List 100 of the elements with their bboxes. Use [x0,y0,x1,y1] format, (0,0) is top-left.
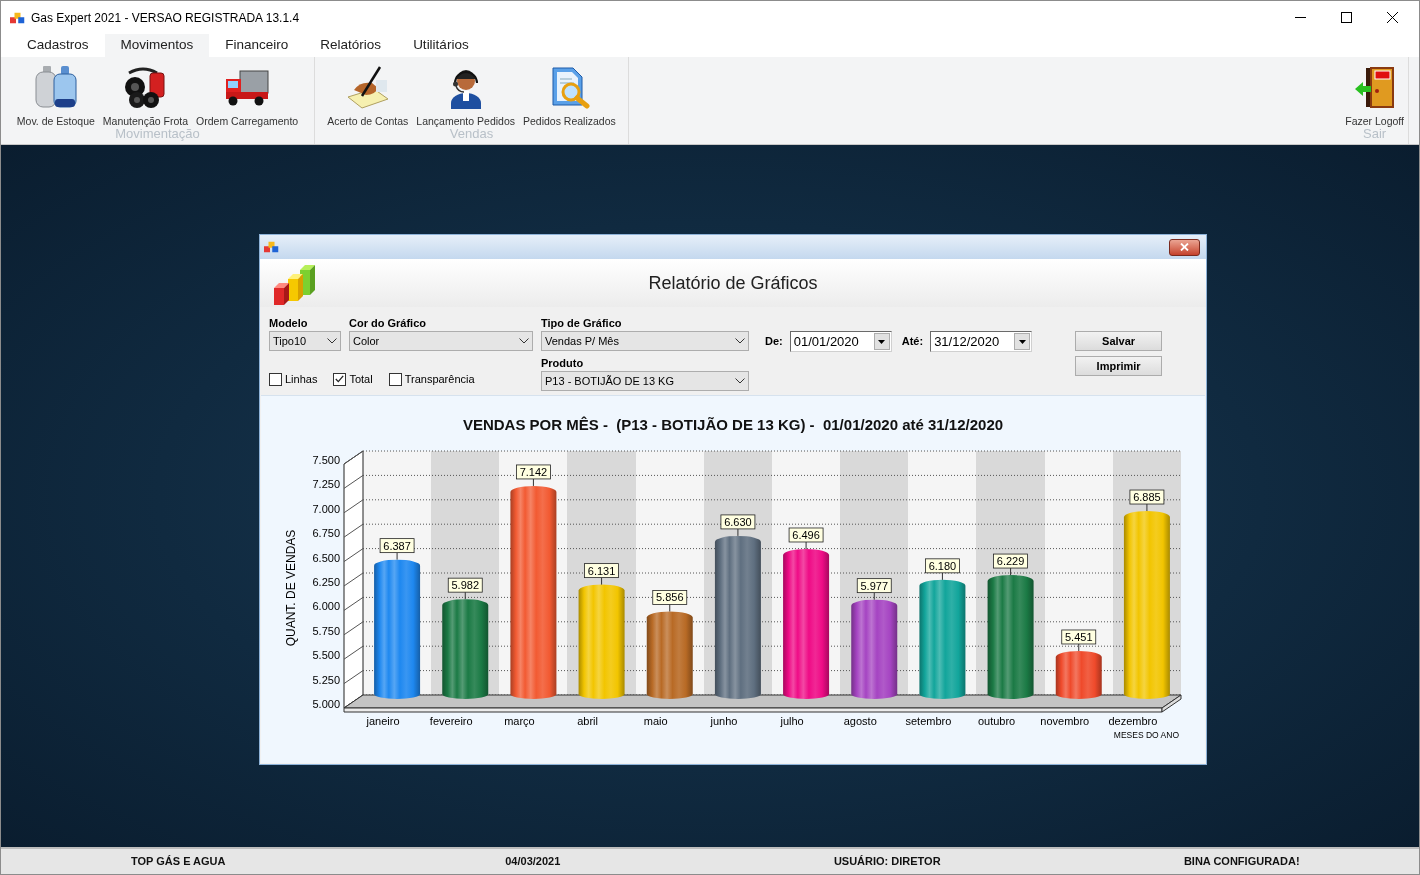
label-leader-line [1145,503,1147,512]
value-label: 5.451 [1060,629,1096,645]
hand-writing-icon [345,65,390,109]
status-text: USUÁRIO: DIRETOR [832,854,942,870]
x-tick-label: outubro [977,715,1015,727]
value-label: 5.982 [447,577,483,593]
status-text: 04/03/2021 [504,854,562,870]
y-tick-label: 6.750 [311,527,340,540]
value-label: 6.180 [924,558,960,574]
x-tick-label: dezembro [1107,715,1157,727]
field-label: Tipo de Gráfico [541,316,623,330]
status-text: TOP GÁS E AGUA [129,854,227,870]
dropdown-button[interactable] [873,333,890,350]
x-tick-label: agosto [843,715,877,727]
ribbon-button[interactable]: Pedidos Realizados [523,63,616,127]
dropdown[interactable]: Vendas P/ Mês [541,331,749,351]
value-label: 6.496 [788,527,823,543]
checkbox-label[interactable]: Total [349,371,373,388]
action-button[interactable]: Imprimir [1075,356,1163,376]
dialog-logo-icon [264,241,279,253]
checkbox-label[interactable]: Transparência [404,371,475,388]
field-label: Modelo [269,316,309,330]
field-label: Produto [541,356,585,370]
x-tick-label: setembro [905,715,951,727]
window-title: Gas Expert 2021 - VERSAO REGISTRADA 13.1.4 [31,9,300,27]
value-label: 6.229 [992,553,1028,569]
date-field[interactable]: 01/01/2020 [789,331,892,352]
checkmark-icon [335,375,345,384]
x-tick-label: janeiro [366,715,400,727]
date-field[interactable]: 31/12/2020 [930,331,1033,352]
ribbon-button[interactable]: Ordem Carregamento [196,63,299,127]
dropdown-button[interactable] [1014,333,1031,350]
dialog-close-button[interactable] [1169,238,1200,256]
value-label: 6.630 [720,514,755,530]
chevron-down-icon [735,378,745,384]
ribbon-group-label: Vendas [449,127,494,141]
x-axis-title: MESES DO ANO [1113,730,1179,740]
ribbon-group-label: Movimentação [115,127,200,141]
label-leader-line [805,541,807,550]
menu-tab[interactable]: Financeiro [209,34,305,57]
value-label: 5.856 [651,590,687,605]
dropdown[interactable]: P13 - BOTIJÃO DE 13 KG [541,371,749,391]
ribbon-button[interactable]: Lançamento Pedidos [416,63,515,127]
x-tick-label: julho [779,715,804,727]
label-leader-line [532,478,534,487]
checkbox[interactable] [269,372,282,386]
close-icon [1386,12,1398,23]
menu-tab[interactable]: Cadastros [11,34,105,57]
menu-tab[interactable]: Utilitários [397,34,485,57]
field-label: Até: [901,334,924,350]
dropdown[interactable]: Color [349,331,533,351]
ribbon-button[interactable]: Fazer Logoff [1345,63,1404,127]
value-label: 6.885 [1129,489,1164,505]
y-axis-title: QUANT. DE VENDAS [283,529,298,647]
action-button[interactable]: Salvar [1075,331,1163,351]
label-leader-line [1077,643,1079,652]
x-tick-label: junho [709,715,737,727]
ribbon-group-label: Sair [1363,127,1387,141]
y-tick-label: 6.250 [311,576,340,588]
value-label: 7.142 [515,464,551,480]
menu-tab[interactable]: Relatórios [304,34,398,57]
value-label: 5.977 [856,578,892,594]
label-leader-line [736,528,738,537]
y-tick-label: 5.500 [311,649,340,662]
ribbon-button[interactable]: Acerto de Contas [327,63,409,127]
chevron-down-icon [519,338,529,344]
chart-title: VENDAS POR MÊS - (P13 - BOTIJÃO DE 13 KG) - 01/01/2020 até 31/12/2020 [462,415,1004,435]
ribbon-button[interactable]: Manutenção Frota [102,63,189,127]
checkbox[interactable] [388,372,402,386]
y-tick-label: 7.000 [311,502,340,515]
dialog-heading: Relatório de Gráficos [647,271,819,295]
minimize-icon [1294,17,1306,18]
gas-cylinder-water-jug-icon [33,65,78,109]
y-tick-label: 6.500 [311,551,340,564]
chevron-down-icon [735,338,745,344]
dropdown[interactable]: Tipo10 [269,331,341,351]
label-leader-line [941,572,943,581]
status-text: BINA CONFIGURADA! [1182,854,1301,870]
x-tick-label: março [503,715,535,727]
menu-tab[interactable]: Movimentos [104,34,210,57]
caret-icon [878,339,886,344]
ribbon-button[interactable]: Mov. de Estoque [16,63,95,127]
close-icon [1180,243,1189,251]
checkbox-label[interactable]: Linhas [285,371,318,388]
y-tick-label: 5.250 [311,673,340,686]
label-leader-line [396,552,398,561]
label-leader-line [600,577,602,586]
x-tick-label: fevereiro [429,715,473,727]
y-tick-label: 6.000 [311,600,340,613]
label-leader-line [873,592,875,601]
x-tick-label: maio [643,715,668,727]
label-leader-line [1009,567,1011,576]
value-label: 6.131 [583,563,619,578]
y-tick-label: 5.750 [311,624,340,637]
field-label: Cor do Gráfico [349,316,427,330]
chevron-down-icon [327,338,337,344]
x-tick-label: abril [576,715,598,727]
app-logo-icon [10,11,25,24]
label-leader-line [668,603,670,612]
checkbox[interactable] [333,372,347,386]
